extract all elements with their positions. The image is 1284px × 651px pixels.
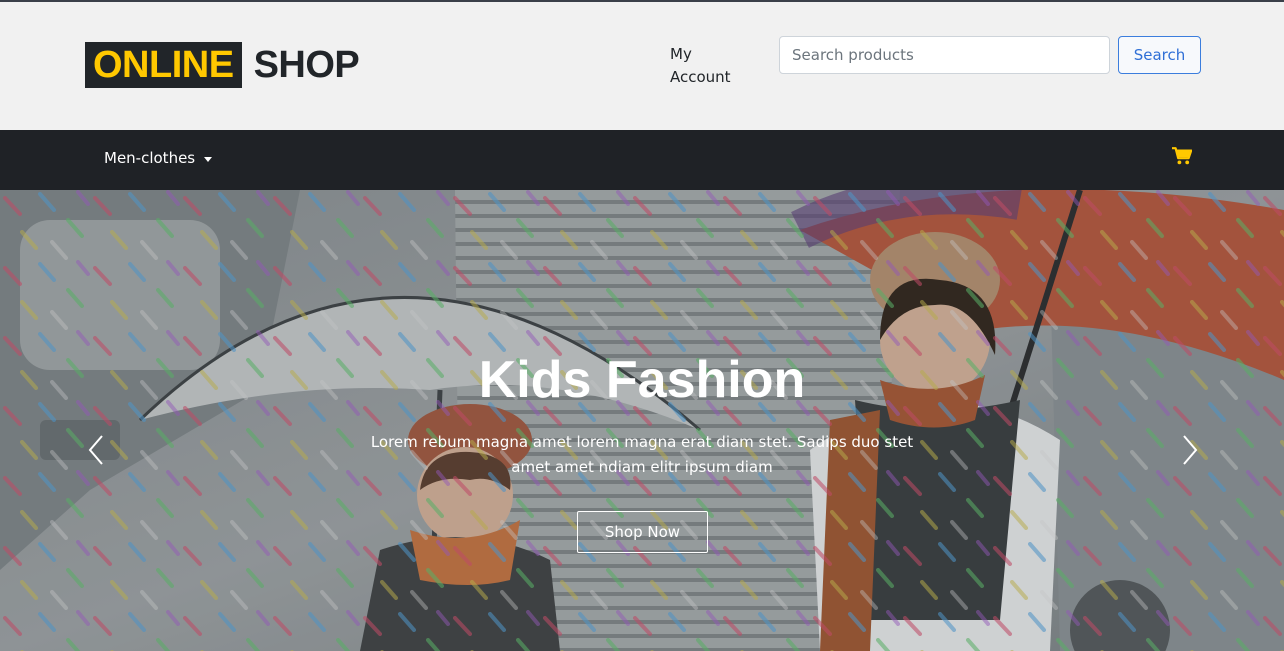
site-logo[interactable]: ONLINE SHOP	[85, 42, 360, 88]
main-navbar: Men-clothes	[0, 130, 1284, 190]
hero-carousel: Kids Fashion Lorem rebum magna amet lore…	[0, 190, 1284, 651]
logo-online: ONLINE	[85, 42, 242, 88]
logo-shop: SHOP	[253, 44, 360, 86]
men-clothes-dropdown[interactable]: Men-clothes	[104, 149, 213, 167]
dropdown-label: Men-clothes	[104, 149, 196, 167]
site-header: ONLINE SHOP My Account Search	[0, 2, 1284, 130]
shopping-cart-icon[interactable]	[1172, 147, 1192, 165]
hero-description: Lorem rebum magna amet lorem magna erat …	[370, 433, 914, 476]
hero-title: Kids Fashion	[478, 351, 806, 409]
search-input[interactable]	[779, 36, 1110, 74]
chevron-right-icon[interactable]	[1174, 430, 1204, 470]
chevron-left-icon[interactable]	[82, 430, 112, 470]
hero-overlay	[0, 190, 1284, 651]
shop-now-button[interactable]: Shop Now	[577, 511, 708, 553]
my-account-link[interactable]: My Account	[670, 43, 750, 89]
search-button[interactable]: Search	[1118, 36, 1201, 74]
chevron-down-icon	[204, 156, 213, 162]
